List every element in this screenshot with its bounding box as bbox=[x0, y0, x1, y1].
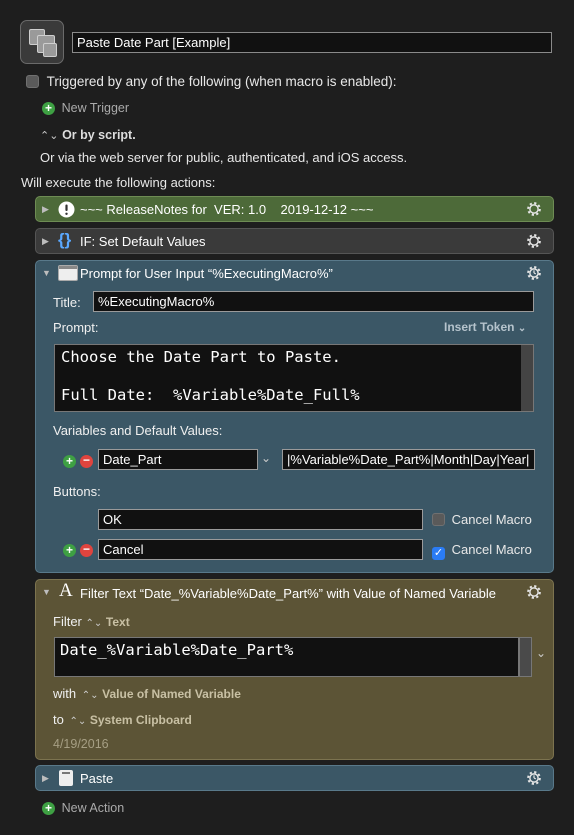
clipboard-icon bbox=[59, 770, 73, 786]
to-row[interactable]: to ⌃⌄ System Clipboard bbox=[53, 712, 192, 727]
new-trigger-label: New Trigger bbox=[61, 101, 130, 115]
macro-icon-shape bbox=[43, 43, 57, 57]
disclosure-triangle-icon[interactable]: ▶ bbox=[42, 236, 49, 247]
action-filter-text[interactable]: ▼ A Filter Text “Date_%Variable%Date_Par… bbox=[35, 579, 554, 760]
button-1-input[interactable]: OK bbox=[98, 509, 423, 530]
letter-a-icon: A bbox=[59, 580, 73, 601]
gear-icon[interactable] bbox=[525, 232, 543, 250]
triggered-checkbox[interactable] bbox=[26, 75, 39, 88]
macro-icon[interactable] bbox=[20, 20, 64, 64]
chevron-updown-icon: ⌃⌄ bbox=[85, 618, 103, 629]
disclosure-triangle-icon[interactable]: ▼ bbox=[42, 268, 51, 278]
button-2-input[interactable]: Cancel bbox=[98, 539, 423, 560]
cancel-macro-label: Cancel Macro bbox=[451, 512, 532, 527]
filter-title: Filter Text “Date_%Variable%Date_Part%” … bbox=[80, 586, 496, 601]
remove-button-icon[interactable]: − bbox=[80, 543, 93, 557]
web-server-text: Or via the web server for public, authen… bbox=[40, 150, 408, 165]
or-by-script-label: Or by script. bbox=[62, 128, 136, 142]
paste-title: Paste bbox=[80, 771, 114, 786]
exclamation-icon bbox=[58, 201, 75, 218]
action-prompt-user-input[interactable]: ▼ Prompt for User Input “%ExecutingMacro… bbox=[35, 260, 554, 573]
cancel-macro-checkbox-1[interactable]: Cancel Macro bbox=[432, 512, 532, 527]
chevron-updown-icon: ⌃⌄ bbox=[40, 130, 59, 142]
gear-icon[interactable] bbox=[525, 583, 543, 601]
action-release-notes[interactable]: ▶ ~~~ ReleaseNotes for VER: 1.0 2019-12-… bbox=[35, 196, 554, 222]
chevron-updown-icon: ⌃⌄ bbox=[81, 690, 99, 701]
variable-default-input[interactable]: |%Variable%Date_Part%|Month|Day|Year| bbox=[282, 449, 535, 470]
macro-name-field[interactable]: Paste Date Part [Example] bbox=[72, 32, 552, 53]
prompt-line-2: Full Date: %Variable%Date_Full% bbox=[61, 386, 360, 404]
chevron-down-icon[interactable]: ⌄ bbox=[261, 451, 271, 465]
or-by-script-toggle[interactable]: ⌃⌄ Or by script. bbox=[40, 127, 136, 142]
filter-source-row[interactable]: Filter ⌃⌄ Text bbox=[53, 614, 130, 629]
to-value: System Clipboard bbox=[89, 713, 192, 727]
cancel-macro-label: Cancel Macro bbox=[451, 542, 532, 557]
with-value: Value of Named Variable bbox=[102, 687, 241, 701]
with-row[interactable]: with ⌃⌄ Value of Named Variable bbox=[53, 686, 241, 701]
window-icon bbox=[58, 265, 78, 281]
triggered-checkbox-row[interactable]: Triggered by any of the following (when … bbox=[26, 74, 397, 89]
buttons-label: Buttons: bbox=[53, 484, 101, 499]
prompt-line-1: Choose the Date Part to Paste. bbox=[61, 348, 341, 366]
cancel-macro-checkbox-2[interactable]: ✓ Cancel Macro bbox=[432, 542, 532, 560]
filter-label: Filter bbox=[53, 614, 82, 629]
add-button-icon[interactable]: + bbox=[63, 544, 76, 557]
gear-clock-icon[interactable] bbox=[525, 769, 543, 787]
if-title: IF: Set Default Values bbox=[80, 234, 206, 249]
triggered-label: Triggered by any of the following (when … bbox=[46, 74, 397, 89]
filter-text-area[interactable]: Date_%Variable%Date_Part% bbox=[54, 637, 519, 677]
prompt-title: Prompt for User Input “%ExecutingMacro%” bbox=[80, 266, 333, 281]
gear-icon[interactable] bbox=[525, 200, 543, 218]
chevron-down-icon: ⌄ bbox=[517, 323, 527, 334]
plus-icon: + bbox=[42, 102, 55, 115]
will-execute-label: Will execute the following actions: bbox=[21, 175, 216, 190]
action-paste[interactable]: ▶ Paste bbox=[35, 765, 554, 791]
new-action-button[interactable]: + New Action bbox=[42, 800, 124, 815]
new-action-label: New Action bbox=[61, 801, 125, 815]
chevron-updown-icon: ⌃⌄ bbox=[69, 716, 87, 727]
modified-date: 4/19/2016 bbox=[53, 737, 109, 751]
remove-variable-icon[interactable]: − bbox=[80, 454, 93, 468]
disclosure-triangle-icon[interactable]: ▶ bbox=[42, 773, 49, 784]
action-if[interactable]: ▶ {} IF: Set Default Values bbox=[35, 228, 554, 254]
to-label: to bbox=[53, 712, 64, 727]
variables-label: Variables and Default Values: bbox=[53, 423, 223, 438]
title-label: Title: bbox=[53, 295, 81, 310]
release-notes-title: ~~~ ReleaseNotes for VER: 1.0 2019-12-12… bbox=[80, 202, 374, 217]
prompt-textarea[interactable]: Choose the Date Part to Paste. Full Date… bbox=[54, 344, 534, 412]
insert-token-label: Insert Token bbox=[444, 320, 515, 334]
textarea-scrollbar[interactable] bbox=[519, 637, 532, 677]
variable-name-input[interactable]: Date_Part bbox=[98, 449, 258, 470]
chevron-down-icon[interactable]: ⌄ bbox=[536, 646, 546, 660]
gear-clock-icon[interactable] bbox=[525, 264, 543, 282]
disclosure-triangle-icon[interactable]: ▶ bbox=[42, 204, 49, 215]
disclosure-triangle-icon[interactable]: ▼ bbox=[42, 587, 51, 597]
checkbox[interactable] bbox=[432, 513, 445, 526]
plus-icon: + bbox=[42, 802, 55, 815]
textarea-scrollbar[interactable] bbox=[521, 345, 533, 411]
new-trigger-button[interactable]: + New Trigger bbox=[42, 100, 129, 115]
with-label: with bbox=[53, 686, 77, 701]
insert-token-menu[interactable]: Insert Token ⌄ bbox=[444, 320, 526, 334]
braces-icon: {} bbox=[58, 230, 72, 249]
prompt-label: Prompt: bbox=[53, 320, 99, 335]
checkmark-icon[interactable]: ✓ bbox=[432, 547, 445, 560]
filter-kind: Text bbox=[105, 615, 130, 629]
title-input[interactable]: %ExecutingMacro% bbox=[93, 291, 534, 312]
add-variable-icon[interactable]: + bbox=[63, 455, 76, 468]
